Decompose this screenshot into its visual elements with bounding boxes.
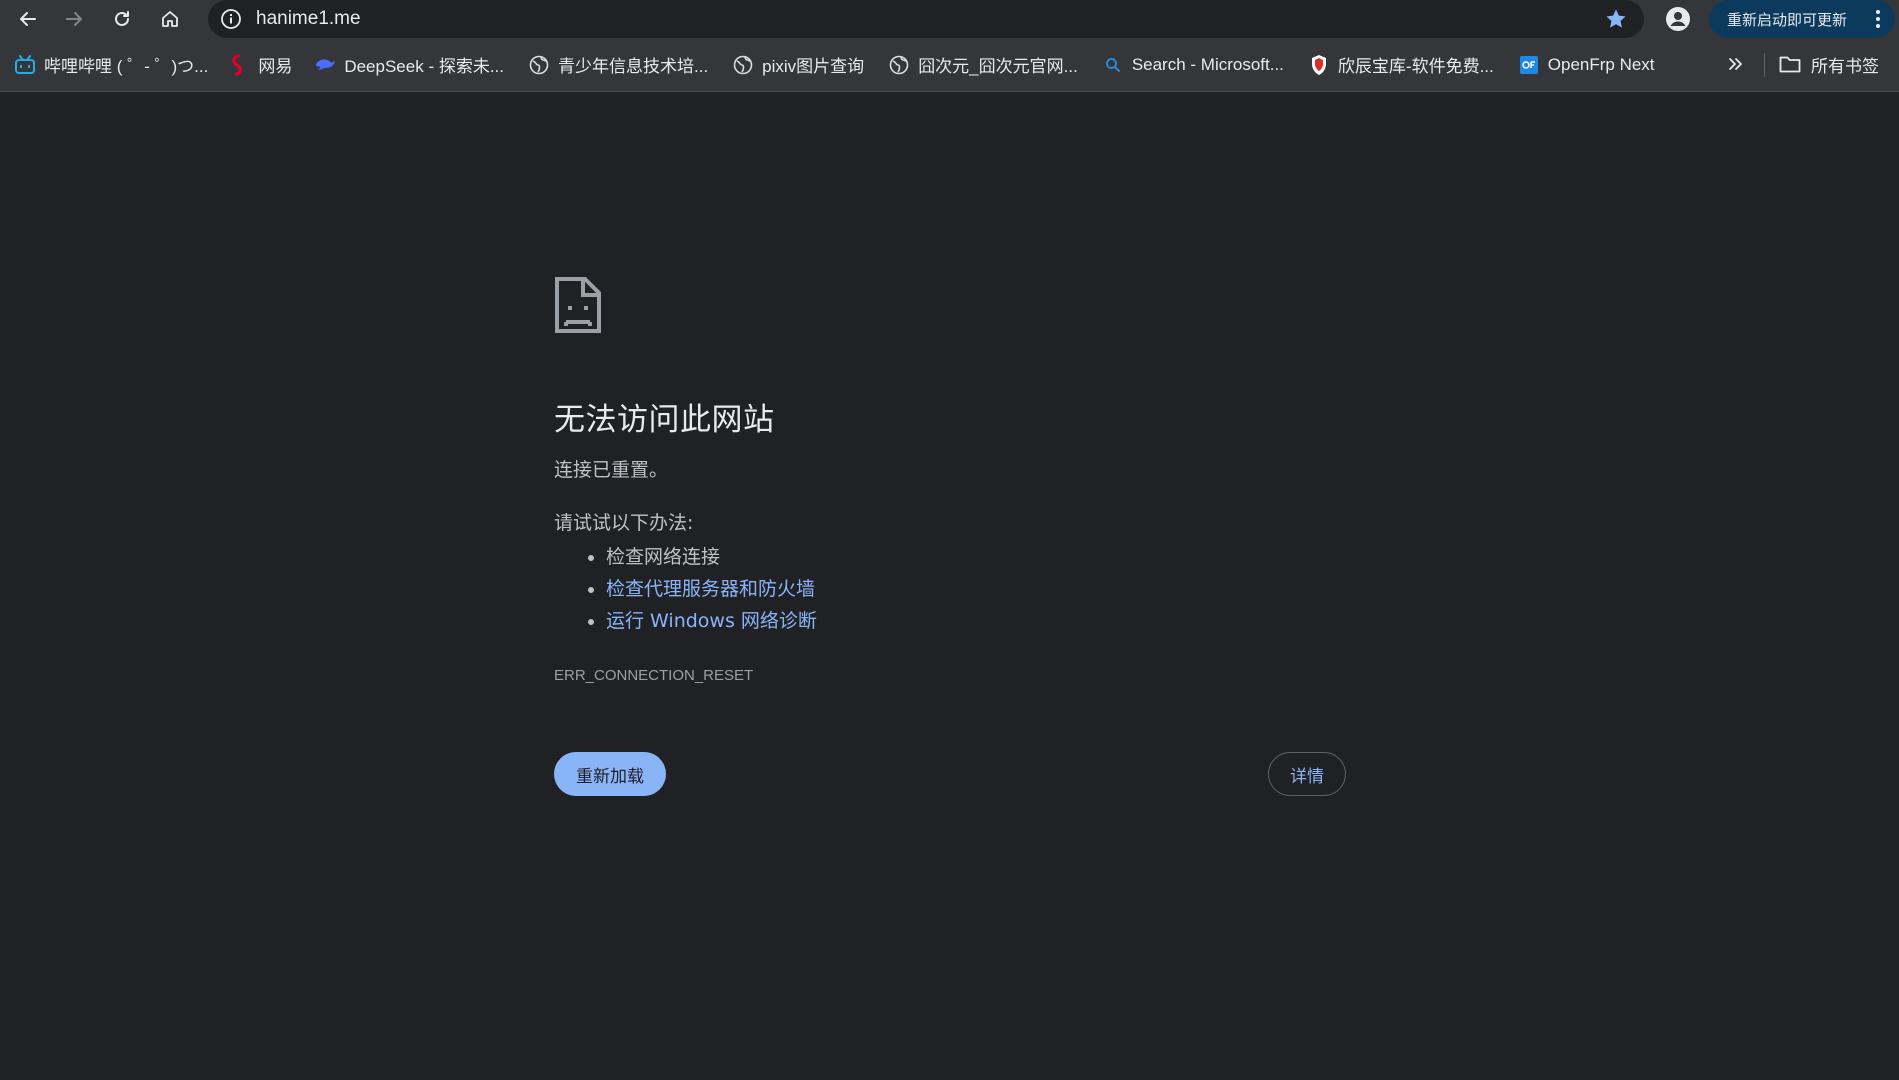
bookmarks-divider [1764,53,1765,77]
bookmark-label: DeepSeek - 探索未... [344,57,504,76]
home-button[interactable] [152,3,188,35]
bookmark-xinchen[interactable]: 欣辰宝库-软件免费... [1300,47,1502,83]
bookmark-label: 哔哩哔哩 ( ゜- ゜)つ... [44,57,209,76]
sad-page-icon [555,277,601,333]
arrow-right-icon [66,12,82,26]
browser-toolbar: hanime1.me 重新启动即可更新 [0,0,1899,38]
bilibili-icon [14,54,36,76]
arrow-left-icon [20,12,36,26]
home-icon [162,11,178,27]
address-bar[interactable]: hanime1.me [208,0,1644,38]
netease-icon [228,54,250,76]
info-icon[interactable] [220,8,242,30]
bookmark-label: 囧次元_囧次元官网... [918,57,1078,76]
globe-icon [732,54,754,76]
globe-icon [528,54,550,76]
chevron-double-right-icon [1729,58,1742,70]
bookmarks-overflow-button[interactable] [1718,46,1752,82]
suggestion-check-proxy-firewall-link[interactable]: 检查代理服务器和防火墙 [588,573,1346,605]
suggestion-check-network: 检查网络连接 [588,541,1346,573]
reload-page-button[interactable]: 重新加载 [554,752,666,796]
bookmark-label: pixiv图片查询 [762,57,865,76]
url-text[interactable]: hanime1.me [256,8,361,30]
error-subtitle: 连接已重置。 [554,459,669,481]
error-code: ERR_CONNECTION_RESET [554,667,754,684]
bookmark-netease[interactable]: 网易 [220,47,300,83]
bookmark-bilibili[interactable]: 哔哩哔哩 ( ゜- ゜)つ... [6,47,216,83]
update-label: 重新启动即可更新 [1727,11,1848,29]
bookmark-openfrp[interactable]: OpenFrp Next [1510,47,1663,83]
details-button[interactable]: 详情 [1268,752,1346,796]
bookmark-microsoft-search[interactable]: Search - Microsoft... [1094,47,1292,83]
bookmark-jiongciyuan[interactable]: 囧次元_囧次元官网... [880,47,1086,83]
bookmark-youth-it[interactable]: 青少年信息技术培... [520,47,716,83]
relaunch-update-button[interactable]: 重新启动即可更新 [1709,0,1895,38]
kebab-menu-icon[interactable] [1875,9,1881,29]
bookmark-label: Search - Microsoft... [1131,54,1284,74]
star-icon[interactable] [1604,7,1628,31]
suggestions-heading: 请试试以下办法: [554,512,694,534]
globe-icon [888,54,910,76]
bookmark-pixiv[interactable]: pixiv图片查询 [724,47,872,83]
openfrp-icon [1518,54,1540,76]
profile-button[interactable] [1662,3,1694,35]
reload-icon [115,11,129,26]
reload-button[interactable] [104,3,140,35]
error-page: 无法访问此网站 连接已重置。 请试试以下办法: 检查网络连接 检查代理服务器和防… [554,276,1346,796]
bookmark-label: 欣辰宝库-软件免费... [1337,57,1494,76]
folder-icon [1779,56,1801,73]
all-bookmarks-label: 所有书签 [1811,56,1879,76]
bookmark-label: 青少年信息技术培... [558,57,709,76]
person-icon [1666,7,1690,31]
bookmark-label: OpenFrp Next [1547,54,1655,74]
all-bookmarks-button[interactable]: 所有书签 [1778,46,1879,82]
forward-button[interactable] [56,3,92,35]
bookmark-deepseek[interactable]: DeepSeek - 探索未... [306,47,512,83]
shield-icon [1308,54,1330,76]
suggestion-run-windows-diagnostics-link[interactable]: 运行 Windows 网络诊断 [588,605,1346,637]
deepseek-icon [314,54,336,76]
bookmarks-bar: 哔哩哔哩 ( ゜- ゜)つ... 网易 DeepSeek - 探索未... 青少… [0,38,1899,92]
error-title: 无法访问此网站 [554,402,775,438]
back-button[interactable] [10,3,46,35]
search-icon [1102,54,1124,76]
suggestions-list: 检查网络连接 检查代理服务器和防火墙 运行 Windows 网络诊断 [588,541,1346,637]
bookmark-label: 网易 [258,57,293,76]
